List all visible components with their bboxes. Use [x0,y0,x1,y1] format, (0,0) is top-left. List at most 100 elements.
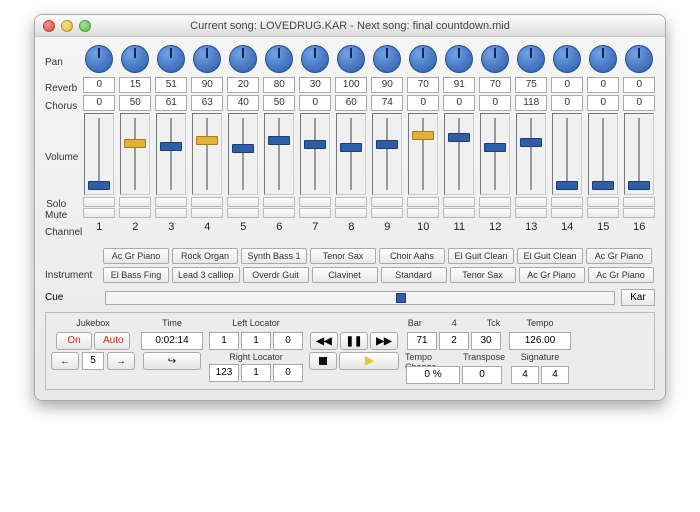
instrument-button[interactable]: Synth Bass 1 [241,248,307,264]
pan-knob[interactable] [85,45,113,73]
chorus-value[interactable]: 0 [443,95,475,111]
instrument-button[interactable]: El Guit Clean [517,248,583,264]
fader-thumb[interactable] [268,136,290,145]
solo-button[interactable] [515,197,547,207]
right-loc-2[interactable]: 1 [241,364,271,382]
instrument-button[interactable]: El Bass Fing [103,267,169,283]
mute-button[interactable] [191,208,223,218]
mute-button[interactable] [515,208,547,218]
instrument-button[interactable]: Ac Gr Piano [588,267,654,283]
mute-button[interactable] [623,208,655,218]
reverb-value[interactable]: 0 [623,77,655,93]
volume-fader[interactable] [228,113,258,195]
pan-knob[interactable] [409,45,437,73]
fader-thumb[interactable] [160,142,182,151]
volume-fader[interactable] [624,113,654,195]
reverb-value[interactable]: 70 [407,77,439,93]
chorus-value[interactable]: 0 [551,95,583,111]
pan-knob[interactable] [481,45,509,73]
volume-fader[interactable] [300,113,330,195]
jukebox-next-button[interactable]: → [107,352,135,370]
fader-thumb[interactable] [124,139,146,148]
mute-button[interactable] [587,208,619,218]
reverb-value[interactable]: 15 [119,77,151,93]
solo-button[interactable] [335,197,367,207]
mute-button[interactable] [119,208,151,218]
left-loc-2[interactable]: 1 [241,332,271,350]
volume-fader[interactable] [516,113,546,195]
chorus-value[interactable]: 40 [227,95,259,111]
fader-thumb[interactable] [340,143,362,152]
solo-button[interactable] [551,197,583,207]
jukebox-prev-button[interactable]: ← [51,352,79,370]
forward-button[interactable]: ▶▶ [370,332,398,350]
fader-thumb[interactable] [484,143,506,152]
reverb-value[interactable]: 90 [371,77,403,93]
pause-button[interactable]: ❚❚ [340,332,368,350]
chorus-value[interactable]: 63 [191,95,223,111]
fader-thumb[interactable] [520,138,542,147]
fader-thumb[interactable] [592,181,614,190]
chorus-value[interactable]: 0 [407,95,439,111]
jukebox-auto-button[interactable]: Auto [94,332,130,350]
sig-num[interactable]: 4 [511,366,539,384]
fader-thumb[interactable] [448,133,470,142]
solo-button[interactable] [83,197,115,207]
solo-button[interactable] [587,197,619,207]
loop-button[interactable]: ↪ [143,352,201,370]
volume-fader[interactable] [336,113,366,195]
volume-fader[interactable] [480,113,510,195]
jukebox-on-button[interactable]: On [56,332,92,350]
pan-knob[interactable] [157,45,185,73]
sig-den[interactable]: 4 [541,366,569,384]
right-loc-3[interactable]: 0 [273,364,303,382]
beat-value[interactable]: 2 [439,332,469,350]
mute-button[interactable] [371,208,403,218]
mute-button[interactable] [551,208,583,218]
volume-fader[interactable] [264,113,294,195]
solo-button[interactable] [119,197,151,207]
kar-button[interactable]: Kar [621,289,655,306]
solo-button[interactable] [155,197,187,207]
pan-knob[interactable] [229,45,257,73]
pan-knob[interactable] [445,45,473,73]
chorus-value[interactable]: 0 [623,95,655,111]
volume-fader[interactable] [552,113,582,195]
instrument-button[interactable]: Lead 3 calliop [172,267,240,283]
solo-button[interactable] [191,197,223,207]
cue-thumb[interactable] [396,293,406,303]
volume-fader[interactable] [192,113,222,195]
cue-slider[interactable] [105,291,615,305]
right-loc-1[interactable]: 123 [209,364,239,382]
instrument-button[interactable]: Tenor Sax [450,267,516,283]
pan-knob[interactable] [625,45,653,73]
left-loc-1[interactable]: 1 [209,332,239,350]
mute-button[interactable] [479,208,511,218]
chorus-value[interactable]: 50 [263,95,295,111]
reverb-value[interactable]: 80 [263,77,295,93]
fader-thumb[interactable] [412,131,434,140]
reverb-value[interactable]: 90 [191,77,223,93]
pan-knob[interactable] [337,45,365,73]
fader-thumb[interactable] [196,136,218,145]
play-button[interactable] [339,352,399,370]
solo-button[interactable] [299,197,331,207]
stop-button[interactable] [309,352,337,370]
reverb-value[interactable]: 51 [155,77,187,93]
chorus-value[interactable]: 0 [587,95,619,111]
reverb-value[interactable]: 75 [515,77,547,93]
solo-button[interactable] [407,197,439,207]
bar-value[interactable]: 71 [407,332,437,350]
mute-button[interactable] [443,208,475,218]
reverb-value[interactable]: 100 [335,77,367,93]
instrument-button[interactable]: Choir Aahs [379,248,445,264]
chorus-value[interactable]: 60 [335,95,367,111]
mute-button[interactable] [263,208,295,218]
fader-thumb[interactable] [376,140,398,149]
instrument-button[interactable]: Ac Gr Piano [586,248,652,264]
volume-fader[interactable] [120,113,150,195]
mute-button[interactable] [155,208,187,218]
pan-knob[interactable] [373,45,401,73]
chorus-value[interactable]: 118 [515,95,547,111]
pan-knob[interactable] [517,45,545,73]
